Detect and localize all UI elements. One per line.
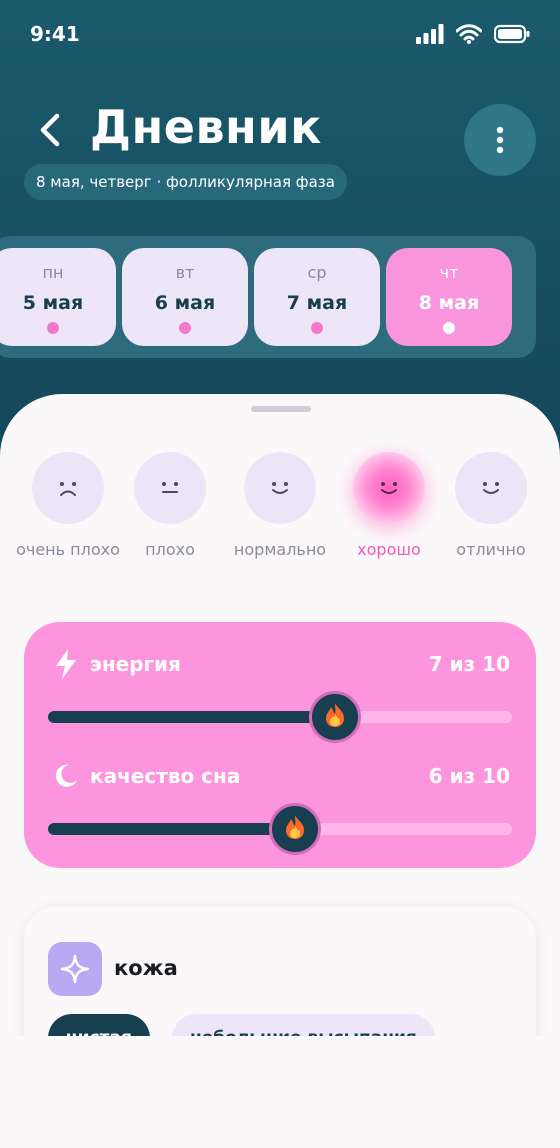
face-very-sad-icon [32, 452, 104, 524]
date-phase-pill: 8 мая, четверг · фолликулярная фаза [24, 164, 347, 200]
sleep-slider-fill [48, 823, 296, 835]
more-options-button[interactable] [464, 104, 536, 176]
chevron-left-icon [40, 113, 60, 147]
sleep-slider-thumb[interactable] [269, 803, 322, 855]
page-title: Дневник [90, 100, 322, 154]
skin-option-minor-breakouts[interactable]: небольшие высыпания [172, 1014, 435, 1036]
skin-option-clear[interactable]: чистая [48, 1014, 150, 1036]
mood-label: нормально [233, 540, 327, 559]
moon-icon [52, 762, 80, 790]
cellular-signal-icon [416, 24, 444, 44]
battery-icon [494, 24, 530, 44]
mood-label: отлично [456, 540, 526, 559]
day-date: 5 мая [22, 292, 84, 314]
selected-dot [443, 322, 455, 334]
day-of-week: ср [307, 263, 327, 282]
day-of-week: пн [42, 263, 64, 282]
status-time: 9:41 [30, 22, 80, 46]
diary-sheet: очень плохо плохо нормально хорошо отлич… [0, 394, 560, 1036]
energy-slider-track[interactable] [48, 711, 512, 723]
period-dot [47, 322, 59, 334]
sleep-label: качество сна [90, 764, 241, 788]
energy-value: 7 из 10 [428, 652, 510, 676]
fire-icon [324, 702, 346, 732]
fire-icon [284, 814, 306, 844]
face-smile-icon [455, 452, 527, 524]
header [0, 0, 560, 460]
mood-label: плохо [145, 540, 195, 559]
mood-label: очень плохо [16, 540, 120, 559]
more-vertical-icon [496, 126, 504, 154]
period-dot [179, 322, 191, 334]
mood-bad[interactable]: плохо [115, 452, 225, 562]
lightning-icon [52, 649, 80, 679]
period-dot [311, 322, 323, 334]
day-card-wed[interactable]: ср 7 мая [254, 248, 380, 346]
energy-slider-thumb[interactable] [309, 691, 362, 743]
day-card-thu[interactable]: чт 8 мая [386, 248, 512, 346]
mood-excellent[interactable]: отлично [436, 452, 546, 562]
energy-sleep-card: энергия 7 из 10 качество сна 6 из 10 [24, 622, 536, 868]
energy-row: энергия 7 из 10 [52, 648, 510, 680]
day-date: 7 мая [286, 292, 348, 314]
mood-good[interactable]: хорошо [334, 452, 444, 562]
energy-slider-fill [48, 711, 336, 723]
day-date: 8 мая [418, 292, 480, 314]
energy-label: энергия [90, 652, 181, 676]
mood-label: хорошо [357, 540, 421, 559]
wifi-icon [456, 24, 482, 44]
day-of-week: чт [439, 263, 459, 282]
day-card-mon[interactable]: пн 5 мая [0, 248, 116, 346]
bottom-blank-area [0, 1036, 560, 1148]
day-of-week: вт [175, 263, 195, 282]
mood-very-bad[interactable]: очень плохо [13, 452, 123, 562]
day-date: 6 мая [154, 292, 216, 314]
status-icons [416, 24, 530, 44]
sparkle-icon [48, 942, 102, 996]
sleep-value: 6 из 10 [428, 764, 510, 788]
face-smile-icon [353, 452, 425, 524]
back-button[interactable] [32, 108, 68, 152]
sleep-row: качество сна 6 из 10 [52, 760, 510, 792]
skin-title: кожа [114, 956, 178, 980]
skin-card: кожа чистая небольшие высыпания [24, 906, 536, 1036]
sheet-handle[interactable] [251, 406, 311, 412]
face-neutral-icon [134, 452, 206, 524]
mood-normal[interactable]: нормально [225, 452, 335, 562]
day-card-tue[interactable]: вт 6 мая [122, 248, 248, 346]
face-smile-icon [244, 452, 316, 524]
